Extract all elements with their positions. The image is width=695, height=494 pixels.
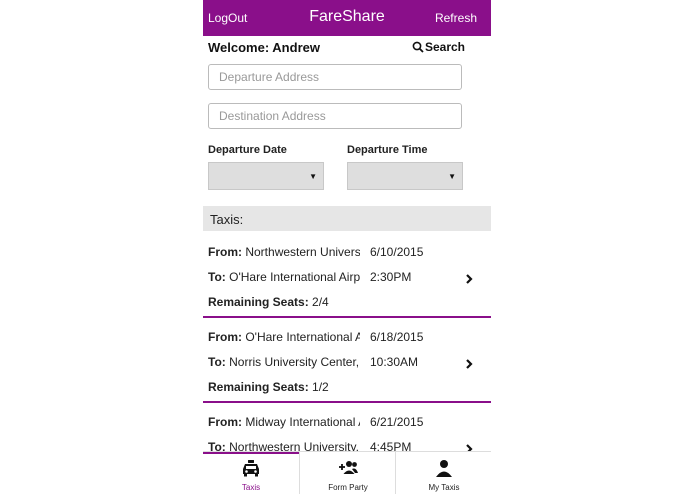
bottom-tab-bar: Taxis Form Party My Taxis	[203, 451, 491, 494]
to-label: To:	[208, 355, 226, 369]
seats-label: Remaining Seats:	[208, 295, 309, 309]
taxi-list: From: Northwestern University To: O'Hare…	[203, 233, 491, 451]
dropdown-arrow-icon: ▼	[448, 172, 456, 181]
taxi-date: 6/21/2015	[370, 415, 424, 429]
departure-date-label: Departure Date	[208, 144, 287, 156]
taxis-section-header: Taxis:	[203, 206, 491, 231]
from-label: From:	[208, 245, 242, 259]
tab-form-party[interactable]: Form Party	[299, 452, 396, 494]
search-button[interactable]: Search	[412, 40, 465, 54]
refresh-button[interactable]: Refresh	[435, 11, 477, 25]
departure-date-select[interactable]: ▼	[208, 162, 324, 190]
to-label: To:	[208, 270, 226, 284]
tab-label: Form Party	[328, 483, 368, 492]
app-screen: LogOut FareShare Refresh Welcome: Andrew…	[203, 0, 491, 494]
to-label: To:	[208, 440, 226, 451]
taxi-from: From: Northwestern University	[208, 245, 360, 259]
chevron-right-icon[interactable]	[464, 443, 474, 451]
taxi-time: 10:30AM	[370, 355, 419, 369]
taxi-time: 2:30PM	[370, 270, 412, 284]
to-value: Norris University Center,	[229, 355, 360, 369]
taxi-icon	[243, 460, 259, 477]
welcome-text: Welcome: Andrew	[208, 40, 320, 55]
taxi-seats: Remaining Seats: 1/2	[208, 380, 360, 394]
departure-address-input[interactable]	[208, 64, 462, 90]
to-value: O'Hare International Airport	[229, 270, 360, 284]
seats-value: 2/4	[312, 295, 329, 309]
search-icon	[412, 41, 424, 53]
add-group-icon	[339, 461, 358, 474]
from-label: From:	[208, 415, 242, 429]
taxi-date: 6/10/2015	[370, 245, 424, 259]
taxi-from: From: Midway International Airport	[208, 415, 360, 429]
from-value: O'Hare International Airport	[245, 330, 360, 344]
chevron-right-icon[interactable]	[464, 358, 474, 370]
taxi-time: 4:45PM	[370, 440, 412, 451]
from-value: Northwestern University	[245, 245, 360, 259]
seats-value: 1/2	[312, 380, 329, 394]
taxi-to: To: O'Hare International Airport	[208, 270, 360, 284]
app-bar: LogOut FareShare Refresh	[203, 0, 491, 36]
taxi-to: To: Northwestern University,	[208, 440, 360, 451]
departure-time-select[interactable]: ▼	[347, 162, 463, 190]
taxi-list-item[interactable]: From: O'Hare International Airport To: N…	[203, 318, 491, 403]
destination-address-input[interactable]	[208, 103, 462, 129]
from-value: Midway International Airport	[245, 415, 360, 429]
taxi-seats: Remaining Seats: 2/4	[208, 295, 360, 309]
tab-label: Taxis	[241, 483, 261, 492]
taxi-list-item[interactable]: From: Northwestern University To: O'Hare…	[203, 233, 491, 318]
chevron-right-icon[interactable]	[464, 273, 474, 285]
active-tab-indicator	[203, 452, 299, 454]
dropdown-arrow-icon: ▼	[309, 172, 317, 181]
tab-my-taxis[interactable]: My Taxis	[395, 452, 491, 494]
from-label: From:	[208, 330, 242, 344]
taxi-date: 6/18/2015	[370, 330, 424, 344]
taxis-header-label: Taxis:	[210, 212, 244, 227]
taxi-list-item[interactable]: From: Midway International Airport To: N…	[203, 403, 491, 451]
taxi-to: To: Norris University Center,	[208, 355, 360, 369]
seats-label: Remaining Seats:	[208, 380, 309, 394]
tab-taxis[interactable]: Taxis	[203, 452, 299, 494]
taxi-from: From: O'Hare International Airport	[208, 330, 360, 344]
person-icon	[436, 460, 452, 477]
to-value: Northwestern University,	[229, 440, 359, 451]
departure-time-label: Departure Time	[347, 144, 428, 156]
search-label: Search	[424, 40, 465, 54]
tab-label: My Taxis	[428, 483, 460, 492]
